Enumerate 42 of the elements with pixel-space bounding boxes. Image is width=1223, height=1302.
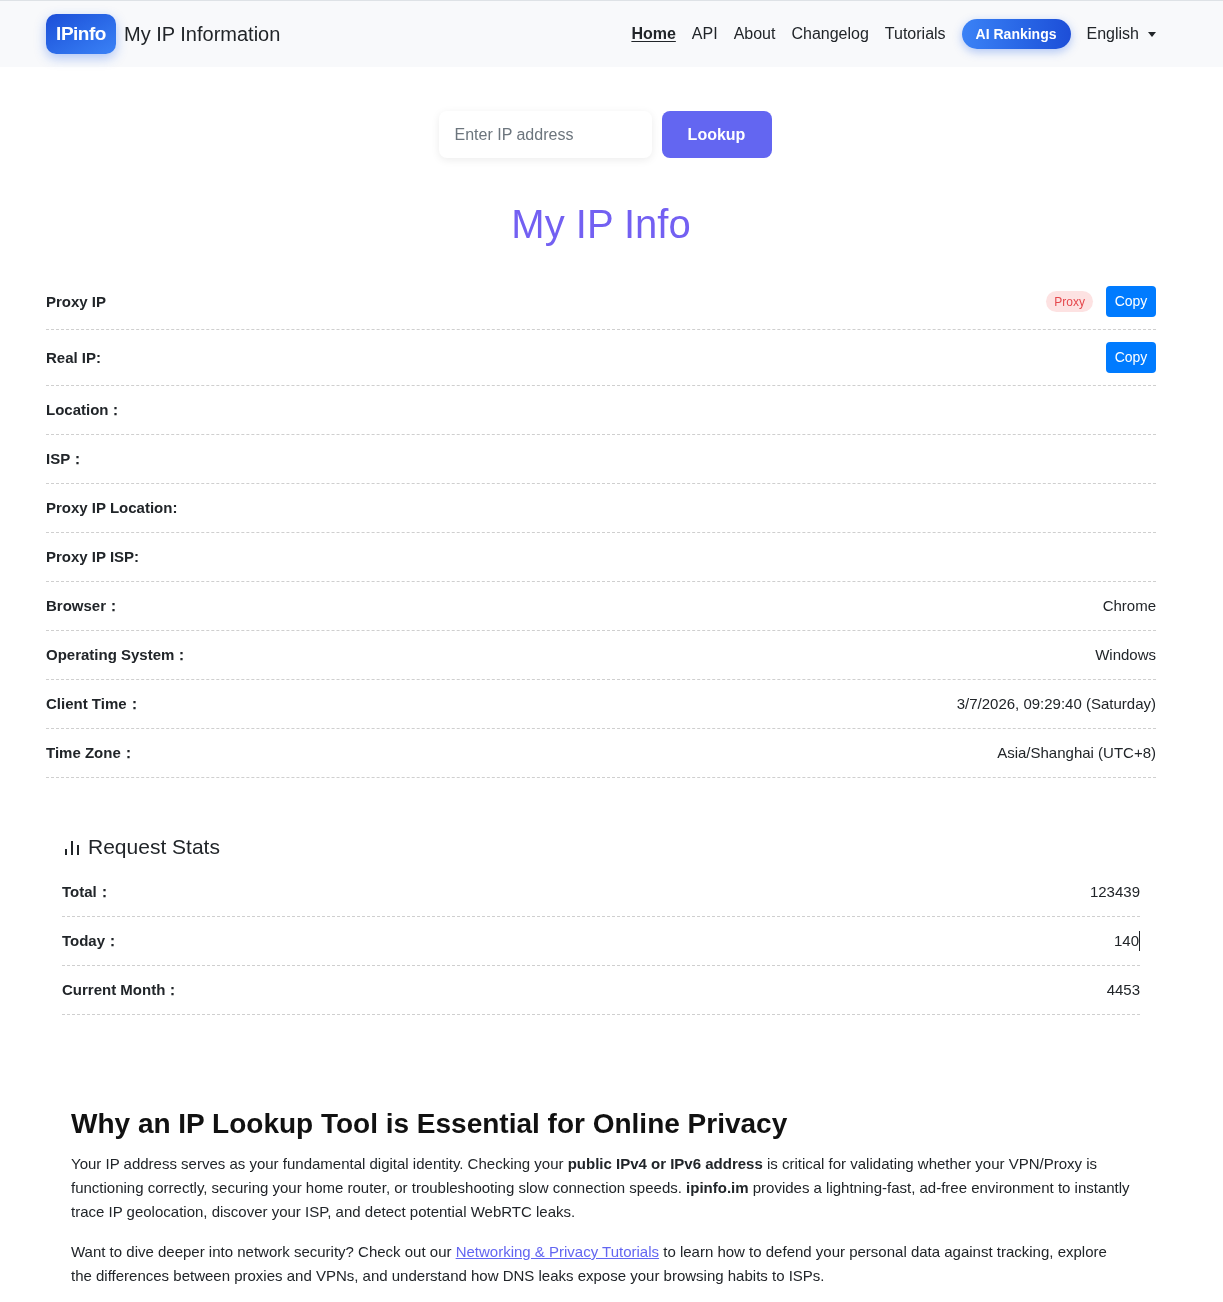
ip-input-field[interactable]: Enter IP address bbox=[438, 111, 652, 158]
info-label: Real IP: bbox=[46, 347, 102, 368]
info-label: Location： bbox=[46, 400, 124, 420]
nav-link[interactable]: About bbox=[733, 22, 776, 46]
info-label: Proxy IP ISP: bbox=[46, 547, 140, 567]
info-label: Operating System： bbox=[46, 645, 190, 665]
page-title: My IP Info bbox=[511, 201, 691, 248]
article-paragraph: Want to dive deeper into network security? Check out our Networking & Privacy Tutorials to learn how to defend your personal data against tracking, explore the differences between proxies and VPNs, and understand how DNS leaks expose your browsing habits to ISPs. bbox=[71, 1242, 1108, 1286]
info-value: Windows bbox=[1095, 645, 1156, 665]
caret-icon bbox=[1148, 31, 1156, 37]
stat-value: 123439 bbox=[1089, 882, 1140, 902]
language-dropdown[interactable]: English bbox=[1086, 22, 1156, 46]
nav-link[interactable]: Home bbox=[631, 22, 676, 46]
stat-value: 4453 bbox=[1106, 980, 1140, 1000]
info-label: Proxy IP bbox=[46, 291, 107, 312]
info-label: Time Zone： bbox=[46, 743, 136, 763]
tutorials-link[interactable]: Networking & Privacy Tutorials bbox=[455, 1243, 660, 1260]
copy-button[interactable]: Copy bbox=[1106, 286, 1156, 317]
section-title: Request Stats bbox=[88, 834, 220, 860]
logo[interactable]: IPinfo bbox=[46, 14, 116, 54]
info-value: Asia/Shanghai (UTC+8) bbox=[997, 743, 1156, 763]
nav-link[interactable]: Tutorials bbox=[884, 22, 946, 46]
info-label: Proxy IP Location: bbox=[46, 498, 178, 518]
stat-value: 140 bbox=[1113, 931, 1139, 951]
stat-label: Current Month： bbox=[62, 980, 181, 1000]
article-paragraph: Your IP address serves as your fundamental digital identity. Checking your public IPv4 or IPv6 address is critical for validating whether your VPN/Proxy is functioning correctly, securing your home router, or troubleshooting slow connection speeds. ipinfo.im provides a lightning-fast, ad-free environment to instantly trace IP geolocation, discover your ISP, and detect potential WebRTC leaks. bbox=[71, 1154, 1131, 1222]
ai-rankings-button[interactable]: AI Rankings bbox=[961, 19, 1071, 49]
info-label: ISP： bbox=[46, 449, 86, 469]
stat-label: Total： bbox=[62, 882, 112, 902]
info-label: Browser： bbox=[46, 596, 122, 616]
stat-label: Today： bbox=[62, 931, 121, 951]
article-heading: Why an IP Lookup Tool is Essential for Online Privacy bbox=[71, 1107, 789, 1141]
nav-link[interactable]: Changelog bbox=[791, 22, 869, 46]
site-title: My IP Information bbox=[124, 22, 281, 47]
bar-chart-icon bbox=[65, 839, 79, 855]
info-value: Chrome bbox=[1102, 596, 1156, 616]
proxy-badge: Proxy bbox=[1046, 291, 1093, 312]
copy-button[interactable]: Copy bbox=[1106, 342, 1156, 373]
lookup-button[interactable]: Lookup bbox=[661, 111, 772, 158]
info-label: Client Time： bbox=[46, 694, 142, 714]
nav-link[interactable]: API bbox=[691, 22, 718, 46]
info-value: 3/7/2026, 09:29:40 (Saturday) bbox=[956, 694, 1156, 714]
